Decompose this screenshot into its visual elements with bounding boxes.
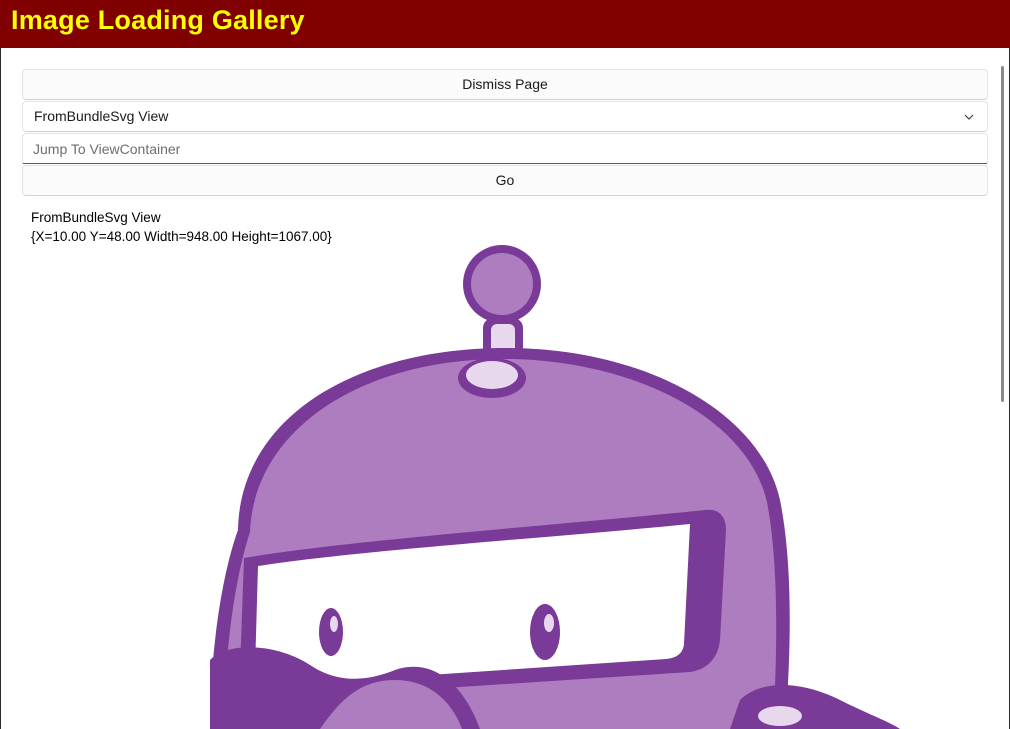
app-window: Image Loading Gallery Dismiss Page FromB…	[0, 0, 1010, 729]
dotnet-bot-image	[210, 245, 900, 729]
right-eye	[530, 604, 560, 660]
jump-to-view-input[interactable]	[23, 134, 987, 163]
vertical-scrollbar[interactable]	[1001, 66, 1004, 402]
page-title: Image Loading Gallery	[11, 5, 305, 35]
title-bar: Image Loading Gallery	[0, 0, 1010, 48]
left-eye	[319, 608, 343, 656]
right-eye-shine	[544, 614, 554, 632]
antenna-ball	[471, 253, 533, 315]
go-button[interactable]: Go	[22, 165, 988, 196]
view-name-label: FromBundleSvg View	[31, 210, 161, 225]
chevron-down-icon	[964, 114, 974, 120]
view-select[interactable]: FromBundleSvg View	[22, 101, 988, 132]
hand-highlight	[758, 706, 802, 726]
jump-to-view-input-box[interactable]	[22, 133, 988, 164]
left-eye-shine	[330, 616, 338, 632]
dismiss-page-button[interactable]: Dismiss Page	[22, 69, 988, 100]
hand-outline	[730, 685, 900, 729]
antenna-base	[466, 361, 518, 389]
window-border-left	[0, 48, 1, 729]
view-select-value: FromBundleSvg View	[34, 108, 169, 124]
